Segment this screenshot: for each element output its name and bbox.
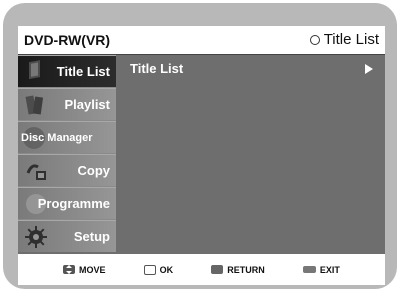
disc-type-label: DVD-RW(VR) [24,32,111,48]
sidebar-item-label: Copy [77,163,111,178]
chevron-right-icon [365,64,373,74]
hint-exit: EXIT [302,264,340,275]
header-bar: DVD-RW(VR) Title List [18,26,385,55]
hint-ok: OK [143,264,174,275]
ok-key-icon [143,264,156,275]
sidebar-item-setup[interactable]: Setup [18,220,116,252]
sidebar-item-disc-manager[interactable]: Disc Manager [18,121,116,153]
sidebar-item-title-list[interactable]: Title List [18,55,116,87]
exit-key-icon [302,266,316,273]
sidebar-item-programme[interactable]: Programme [18,187,116,219]
current-menu-title: Title List [323,31,379,48]
return-key-icon [211,265,224,274]
sidebar-item-label: Playlist [64,97,110,112]
playlist-icon [25,95,44,115]
title-list-icon [29,60,40,80]
sidebar-item-label: Programme [37,196,110,211]
hint-ok-label: OK [159,264,174,275]
move-key-icon [63,265,76,274]
copy-icon [26,164,46,180]
hint-return-label: RETURN [227,264,265,275]
hint-move-label: MOVE [79,264,106,275]
hint-exit-label: EXIT [319,264,340,275]
sidebar-item-label: Setup [73,229,110,244]
sidebar-item-label: Disc Manager [21,131,93,144]
sidebar-item-label: Title List [56,64,110,79]
content-item-title-list[interactable]: Title List [130,61,183,76]
key-hints-bar: MOVE OK RETURN EXIT [18,254,385,285]
gear-icon [25,226,47,248]
current-menu-indicator: Title List [309,31,379,48]
content-panel: Title List [116,55,385,251]
osd-screen: DVD-RW(VR) Title List Title List Playlis… [18,26,385,285]
hint-return: RETURN [211,265,265,275]
sidebar-item-copy[interactable]: Copy [18,154,116,186]
circle-icon [309,34,320,45]
sidebar-item-playlist[interactable]: Playlist [18,88,116,120]
main-menu-sidebar: Title List Playlist Disc Manager Copy Pr… [18,55,116,252]
hint-move: MOVE [63,265,106,275]
